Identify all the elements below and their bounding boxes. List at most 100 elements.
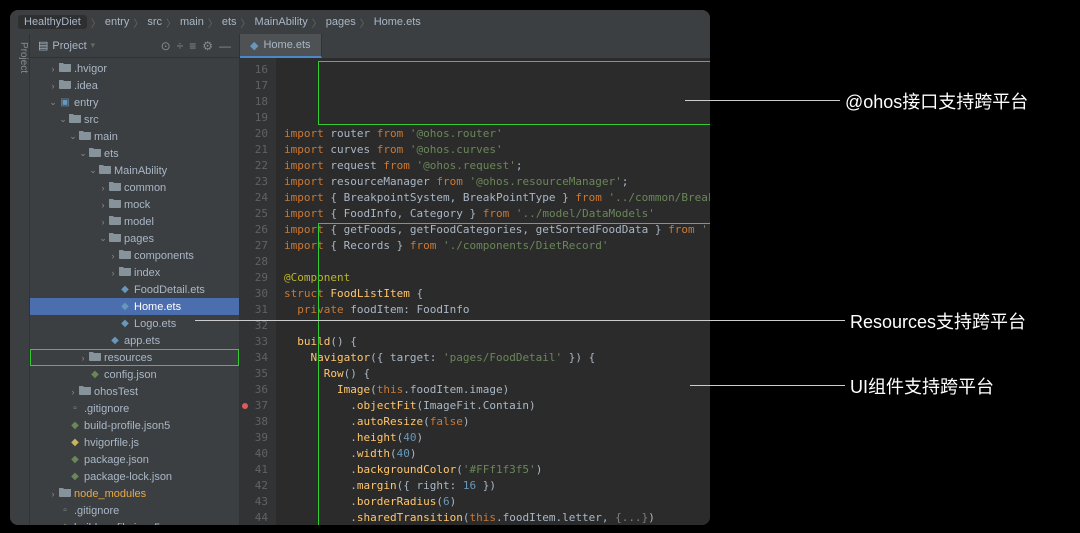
caret-icon[interactable]: › — [108, 268, 118, 278]
line-number[interactable]: 30 — [240, 286, 268, 302]
tree-item[interactable]: ›.hvigor — [30, 60, 239, 77]
line-number[interactable]: 31 — [240, 302, 268, 318]
line-number[interactable]: 22 — [240, 158, 268, 174]
breadcrumb-item[interactable]: entry — [105, 16, 129, 28]
editor-tab-home[interactable]: ◆ Home.ets — [240, 34, 322, 58]
tree-item[interactable]: ◆app.ets — [30, 332, 239, 349]
caret-icon[interactable]: › — [98, 183, 108, 193]
code-line[interactable]: build() { — [284, 334, 702, 350]
caret-icon[interactable]: ⌄ — [58, 114, 68, 125]
code-line[interactable]: struct FoodListItem { — [284, 286, 702, 302]
panel-tool-icon[interactable]: ≡ — [189, 39, 196, 53]
line-number[interactable]: 25 — [240, 206, 268, 222]
caret-icon[interactable]: › — [98, 217, 108, 227]
code-line[interactable] — [284, 254, 702, 270]
tree-item[interactable]: ⌄▣entry — [30, 94, 239, 111]
breadcrumb-item[interactable]: HealthyDiet — [18, 15, 87, 29]
tree-item[interactable]: ›model — [30, 213, 239, 230]
gutter[interactable]: 1617181920212223242526272829303132333435… — [240, 58, 276, 525]
line-number[interactable]: 19 — [240, 110, 268, 126]
line-number[interactable]: 38 — [240, 414, 268, 430]
tree-item[interactable]: ◆build-profile.json5 — [30, 519, 239, 525]
breadcrumb-item[interactable]: main — [180, 16, 204, 28]
line-number[interactable]: 17 — [240, 78, 268, 94]
breadcrumb-item[interactable]: pages — [326, 16, 356, 28]
line-number[interactable]: 16 — [240, 62, 268, 78]
line-number[interactable]: 27 — [240, 238, 268, 254]
tree-item[interactable]: ◆package-lock.json — [30, 468, 239, 485]
code-line[interactable]: import resourceManager from '@ohos.resou… — [284, 174, 702, 190]
code-line[interactable]: private foodItem: FoodInfo — [284, 302, 702, 318]
tree-item[interactable]: ⌄MainAbility — [30, 162, 239, 179]
code-line[interactable]: .sharedTransition(this.foodItem.letter, … — [284, 510, 702, 525]
code-line[interactable]: import { FoodInfo, Category } from '../m… — [284, 206, 702, 222]
tree-item[interactable]: ◆hvigorfile.js — [30, 434, 239, 451]
caret-icon[interactable]: ⌄ — [68, 131, 78, 142]
caret-icon[interactable]: › — [108, 251, 118, 261]
line-number[interactable]: 40 — [240, 446, 268, 462]
line-number[interactable]: 34 — [240, 350, 268, 366]
chevron-down-icon[interactable]: ▾ — [91, 40, 96, 51]
line-number[interactable]: 43 — [240, 494, 268, 510]
code-editor[interactable]: 1617181920212223242526272829303132333435… — [240, 58, 710, 525]
code-line[interactable]: import request from '@ohos.request'; — [284, 158, 702, 174]
panel-tool-icon[interactable]: — — [219, 39, 231, 53]
code-line[interactable]: .width(40) — [284, 446, 702, 462]
line-number[interactable]: 33 — [240, 334, 268, 350]
code-line[interactable]: .autoResize(false) — [284, 414, 702, 430]
line-number[interactable]: 18 — [240, 94, 268, 110]
line-number[interactable]: 28 — [240, 254, 268, 270]
tree-item[interactable]: ›resources — [30, 349, 239, 366]
line-number[interactable]: 29 — [240, 270, 268, 286]
code-line[interactable]: .backgroundColor('#FFf1f3f5') — [284, 462, 702, 478]
breadcrumb[interactable]: HealthyDiet〉entry〉src〉main〉ets〉MainAbili… — [10, 10, 710, 34]
breadcrumb-item[interactable]: MainAbility — [255, 16, 308, 28]
project-tree[interactable]: ›.hvigor›.idea⌄▣entry⌄src⌄main⌄ets⌄MainA… — [30, 58, 239, 525]
tree-item[interactable]: ◆Home.ets — [30, 298, 239, 315]
breadcrumb-item[interactable]: Home.ets — [374, 16, 421, 28]
caret-icon[interactable]: › — [68, 387, 78, 397]
caret-icon[interactable]: › — [98, 200, 108, 210]
code-line[interactable]: import { Records } from './components/Di… — [284, 238, 702, 254]
panel-tool-icon[interactable]: ÷ — [177, 39, 184, 53]
code-line[interactable]: .borderRadius(6) — [284, 494, 702, 510]
tree-item[interactable]: ▫.gitignore — [30, 502, 239, 519]
line-number[interactable]: 24 — [240, 190, 268, 206]
caret-icon[interactable]: ⌄ — [98, 233, 108, 244]
code-line[interactable]: Image(this.foodItem.image) — [284, 382, 702, 398]
code-line[interactable]: import { BreakpointSystem, BreakPointTyp… — [284, 190, 702, 206]
caret-icon[interactable]: ⌄ — [88, 165, 98, 176]
line-number[interactable]: 26 — [240, 222, 268, 238]
code-line[interactable]: .margin({ right: 16 }) — [284, 478, 702, 494]
tree-item[interactable]: ⌄main — [30, 128, 239, 145]
line-number[interactable]: 44 — [240, 510, 268, 525]
tree-item[interactable]: ›node_modules — [30, 485, 239, 502]
code-line[interactable]: Navigator({ target: 'pages/FoodDetail' }… — [284, 350, 702, 366]
tree-item[interactable]: ◆Logo.ets — [30, 315, 239, 332]
tree-item[interactable]: ▫.gitignore — [30, 400, 239, 417]
caret-icon[interactable]: › — [48, 81, 58, 91]
tree-item[interactable]: ›mock — [30, 196, 239, 213]
tree-item[interactable]: ◆build-profile.json5 — [30, 417, 239, 434]
caret-icon[interactable]: ⌄ — [78, 148, 88, 159]
caret-icon[interactable]: ⌄ — [48, 97, 58, 108]
code-line[interactable]: import router from '@ohos.router' — [284, 126, 702, 142]
tree-item[interactable]: ◆FoodDetail.ets — [30, 281, 239, 298]
line-number[interactable]: 39 — [240, 430, 268, 446]
tree-item[interactable]: ◆config.json — [30, 366, 239, 383]
line-number[interactable]: 42 — [240, 478, 268, 494]
code-body[interactable]: import router from '@ohos.router' import … — [276, 58, 710, 525]
tree-item[interactable]: ›ohosTest — [30, 383, 239, 400]
code-line[interactable]: .objectFit(ImageFit.Contain) — [284, 398, 702, 414]
line-number[interactable]: 37 — [240, 398, 268, 414]
code-line[interactable]: import { getFoods, getFoodCategories, ge… — [284, 222, 702, 238]
line-number[interactable]: 41 — [240, 462, 268, 478]
caret-icon[interactable]: › — [48, 64, 58, 74]
line-number[interactable]: 23 — [240, 174, 268, 190]
tree-item[interactable]: ◆package.json — [30, 451, 239, 468]
panel-tool-icon[interactable]: ⊙ — [161, 39, 171, 53]
tree-item[interactable]: ⌄ets — [30, 145, 239, 162]
line-number[interactable]: 36 — [240, 382, 268, 398]
line-number[interactable]: 35 — [240, 366, 268, 382]
caret-icon[interactable]: › — [48, 489, 58, 499]
